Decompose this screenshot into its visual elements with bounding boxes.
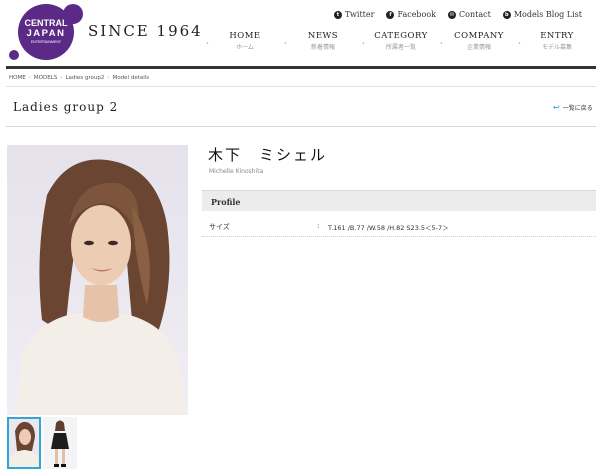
page-title: Ladies group 2 [13, 100, 119, 114]
nav-home-label: HOME [229, 31, 261, 41]
logo-line1: CENTRAL [25, 18, 68, 28]
nav-category-label: CATEGORY [374, 31, 428, 41]
nav-home-sub: ホーム [236, 44, 254, 51]
nav-category-sub: 所属者一覧 [385, 44, 416, 51]
header-divider [6, 66, 596, 69]
breadcrumb: HOME › MODELS › Ladies group2 › Model de… [9, 75, 149, 81]
breadcrumb-divider [6, 86, 596, 87]
photo-thumbnails [7, 417, 77, 469]
profile-row: サイズ : T.161 /B.77 /W.58 /H.82 S23.5＜5-7＞ [202, 216, 596, 237]
since-tagline: SINCE 1964 [88, 22, 203, 40]
facebook-icon: f [386, 10, 395, 19]
facebook-link[interactable]: f Facebook [386, 10, 436, 19]
nav-company-sub: 企業情報 [466, 44, 491, 51]
company-logo[interactable]: CENTRAL JAPAN ENTERTAINMENT [6, 2, 86, 62]
breadcrumb-separator: › [60, 75, 63, 81]
nav-company-label: COMPANY [454, 31, 504, 41]
model-name-en: Michelle Kinoshita [209, 168, 264, 175]
twitter-label: Twitter [344, 10, 375, 19]
profile-header: Profile [202, 190, 596, 211]
breadcrumb-current: Model details [112, 75, 150, 81]
nav-entry-label: ENTRY [540, 31, 574, 41]
section-divider [6, 126, 596, 127]
breadcrumb-models[interactable]: MODELS [34, 75, 57, 81]
nav-category[interactable]: • CATEGORY 所属者一覧 [362, 31, 440, 51]
contact-link[interactable]: ✉ Contact [448, 10, 491, 19]
nav-divider-dot: • [362, 41, 365, 47]
back-to-list-link[interactable]: ↩ 一覧に戻る [553, 103, 593, 112]
nav-entry[interactable]: • ENTRY モデル募集 [518, 31, 596, 51]
top-links: t Twitter f Facebook ✉ Contact b Models … [333, 10, 582, 19]
nav-company[interactable]: • COMPANY 企業情報 [440, 31, 518, 51]
main-nav: • HOME ホーム • NEWS 新着情報 • CATEGORY 所属者一覧 … [206, 31, 596, 51]
breadcrumb-separator: › [28, 75, 31, 81]
breadcrumb-group[interactable]: Ladies group2 [65, 75, 104, 81]
nav-home[interactable]: • HOME ホーム [206, 31, 284, 51]
twitter-link[interactable]: t Twitter [333, 10, 375, 19]
back-to-list-label: 一覧に戻る [562, 105, 593, 112]
logo-line3: ENTERTAINMENT [31, 40, 62, 44]
model-name-jp: 木下 ミシェル [208, 146, 328, 164]
nav-divider-dot: • [206, 41, 209, 47]
mail-icon: ✉ [448, 10, 457, 19]
nav-entry-sub: モデル募集 [541, 44, 572, 51]
breadcrumb-separator: › [107, 75, 110, 81]
return-arrow-icon: ↩ [553, 103, 560, 112]
thumbnail-2[interactable] [43, 417, 77, 469]
profile-heading: Profile [211, 197, 241, 207]
thumbnail-1[interactable] [7, 417, 41, 469]
logo-line2: JAPAN [27, 28, 66, 39]
contact-label: Contact [459, 10, 491, 19]
profile-value: T.161 /B.77 /W.58 /H.82 S23.5＜5-7＞ [328, 224, 449, 232]
profile-label: サイズ [209, 223, 230, 231]
breadcrumb-home[interactable]: HOME [9, 75, 26, 81]
model-main-photo [7, 145, 188, 415]
nav-divider-dot: • [284, 41, 287, 47]
nav-divider-dot: • [440, 41, 443, 47]
facebook-label: Facebook [397, 10, 437, 19]
twitter-icon: t [333, 10, 342, 19]
blog-list-label: Models Blog List [513, 10, 582, 19]
nav-divider-dot: • [518, 41, 521, 47]
nav-news[interactable]: • NEWS 新着情報 [284, 31, 362, 51]
nav-news-label: NEWS [307, 31, 339, 41]
blog-icon: b [502, 10, 511, 19]
profile-colon: : [317, 222, 320, 230]
nav-news-sub: 新着情報 [310, 44, 335, 51]
blog-list-link[interactable]: b Models Blog List [502, 10, 582, 19]
